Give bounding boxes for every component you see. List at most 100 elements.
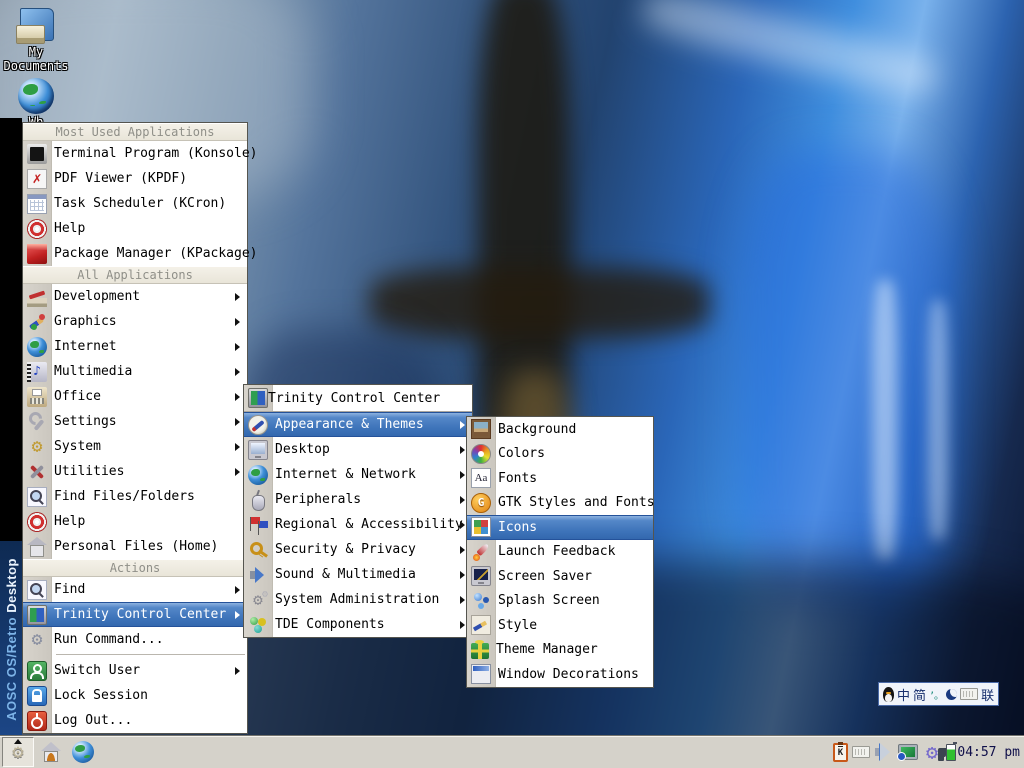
menu-item-run-command[interactable]: Run Command...	[23, 627, 247, 652]
menu-item-screen-saver[interactable]: Screen Saver	[467, 564, 653, 589]
klipper-icon[interactable]	[833, 741, 848, 762]
menu-item-office[interactable]: Office	[23, 384, 247, 409]
input-method-panel[interactable]: 中 简 ’。 联	[878, 682, 1000, 706]
menu-item-task-scheduler-kcron[interactable]: Task Scheduler (KCron)	[23, 191, 247, 216]
menu-item-label: Multimedia	[54, 364, 133, 379]
kpackage-icon	[27, 243, 47, 264]
security-icon	[248, 540, 268, 560]
menu-item-label: Internet	[54, 339, 117, 354]
menu-item-window-decorations[interactable]: Window Decorations	[467, 662, 653, 687]
lock-icon	[27, 685, 47, 706]
menu-item-help[interactable]: Help	[23, 216, 247, 241]
icons-icon	[471, 517, 491, 538]
volume-icon[interactable]	[874, 742, 894, 762]
menu-item-label: Launch Feedback	[498, 544, 616, 560]
submenu-arrow-icon	[235, 585, 240, 594]
menu-item-graphics[interactable]: Graphics	[23, 309, 247, 334]
menu-item-trinity-control-center[interactable]: Trinity Control Center	[23, 602, 247, 627]
menu-item-log-out[interactable]: Log Out...	[23, 708, 247, 733]
kmenu-branding-strip: AOSC OS/Retro Desktop	[0, 118, 22, 737]
menu-item-system-administration[interactable]: System Administration	[244, 587, 472, 612]
menu-item-peripherals[interactable]: Peripherals	[244, 487, 472, 512]
peripherals-icon	[248, 490, 268, 511]
menu-item-sound-multimedia[interactable]: Sound & Multimedia	[244, 562, 472, 587]
im-chinese-mode[interactable]: 中	[897, 685, 910, 704]
keyboard-icon[interactable]	[852, 746, 870, 758]
menu-item-switch-user[interactable]: Switch User	[23, 658, 247, 683]
menu-item-find-files-folders[interactable]: Find Files/Folders	[23, 484, 247, 509]
control-center-submenu: Trinity Control Center Appearance & Theme…	[243, 384, 473, 638]
taskbar-clock[interactable]: 04:57 pm	[957, 736, 1020, 768]
menu-item-label: TDE Components	[275, 617, 385, 632]
kpdf-icon	[27, 168, 47, 189]
submenu-title-label: Trinity Control Center	[268, 390, 441, 406]
kmenu-button[interactable]	[2, 737, 34, 767]
menu-item-label: Trinity Control Center	[54, 607, 227, 622]
appearance-themes-submenu: Background Colors Fonts GTK Styles and Font…	[466, 416, 655, 688]
menu-item-settings[interactable]: Settings	[23, 409, 247, 434]
findfiles-icon	[27, 486, 47, 507]
menu-item-label: Splash Screen	[498, 593, 600, 609]
display-icon[interactable]	[897, 744, 918, 761]
menu-item-colors[interactable]: Colors	[467, 442, 653, 467]
im-simplified[interactable]: 简	[913, 685, 926, 704]
menu-item-background[interactable]: Background	[467, 417, 653, 442]
menu-item-internet-network[interactable]: Internet & Network	[244, 462, 472, 487]
development-icon	[27, 286, 47, 307]
menu-item-label: Internet & Network	[275, 467, 416, 482]
menu-item-label: Task Scheduler (KCron)	[54, 196, 227, 211]
power-icon[interactable]	[938, 741, 957, 761]
menu-item-label: Colors	[498, 446, 545, 462]
submenu-arrow-icon	[235, 442, 240, 451]
tux-logo-icon[interactable]	[883, 686, 894, 702]
menu-item-splash-screen[interactable]: Splash Screen	[467, 589, 653, 614]
home-button[interactable]	[36, 738, 66, 766]
konsole-icon	[27, 143, 47, 164]
submenu-arrow-icon	[460, 495, 465, 504]
menu-item-multimedia[interactable]: Multimedia	[23, 359, 247, 384]
menu-item-pdf-viewer-kpdf[interactable]: PDF Viewer (KPDF)	[23, 166, 247, 191]
submenu-arrow-icon	[460, 545, 465, 554]
desktop-icon-my-documents[interactable]: My Documents	[0, 8, 72, 74]
help-icon	[27, 511, 47, 532]
menu-item-internet[interactable]: Internet	[23, 334, 247, 359]
controlcenter-icon	[27, 604, 47, 625]
menu-item-gtk-styles-and-fonts[interactable]: GTK Styles and Fonts	[467, 491, 655, 516]
half-width-moon-icon[interactable]	[946, 688, 958, 700]
menu-item-label: Utilities	[54, 464, 125, 479]
sysadmin-icon	[248, 590, 268, 610]
menu-item-label: PDF Viewer (KPDF)	[54, 171, 188, 186]
utilities-icon	[27, 462, 47, 482]
menu-item-security-privacy[interactable]: Security & Privacy	[244, 537, 472, 562]
menu-item-theme-manager[interactable]: Theme Manager	[467, 638, 653, 663]
wallpaper-blur-shape	[872, 280, 898, 560]
menu-item-icons[interactable]: Icons	[467, 515, 653, 540]
browser-button[interactable]	[68, 738, 98, 766]
menu-item-package-manager-kpackage[interactable]: Package Manager (KPackage)	[23, 241, 258, 266]
submenu-arrow-icon	[460, 520, 465, 529]
im-punctuation[interactable]: ’。	[929, 687, 944, 702]
menu-item-label: Personal Files (Home)	[54, 539, 219, 554]
menu-item-system[interactable]: System	[23, 434, 247, 459]
menu-item-regional-accessibility[interactable]: Regional & Accessibility	[244, 512, 472, 537]
im-association[interactable]: 联	[981, 685, 994, 704]
menu-item-style[interactable]: Style	[467, 613, 653, 638]
menu-item-appearance-themes[interactable]: Appearance & Themes	[244, 412, 472, 437]
menu-item-tde-components[interactable]: TDE Components	[244, 612, 472, 637]
menu-item-development[interactable]: Development	[23, 284, 247, 309]
menu-item-lock-session[interactable]: Lock Session	[23, 683, 247, 708]
settings-icon	[27, 412, 47, 432]
controlcenter-icon	[248, 388, 268, 408]
menu-item-launch-feedback[interactable]: Launch Feedback	[467, 540, 653, 565]
menu-item-fonts[interactable]: Fonts	[467, 466, 653, 491]
menu-item-personal-files-home[interactable]: Personal Files (Home)	[23, 534, 247, 559]
soft-keyboard-icon[interactable]	[960, 688, 979, 700]
menu-item-terminal-program-konsole[interactable]: Terminal Program (Konsole)	[23, 141, 258, 166]
menu-item-label: Office	[54, 389, 101, 404]
menu-item-desktop[interactable]: Desktop	[244, 437, 472, 462]
submenu-arrow-icon	[235, 367, 240, 376]
submenu-arrow-icon	[235, 610, 240, 619]
menu-item-find[interactable]: Find	[23, 577, 247, 602]
menu-item-help[interactable]: Help	[23, 509, 247, 534]
menu-item-utilities[interactable]: Utilities	[23, 459, 247, 484]
